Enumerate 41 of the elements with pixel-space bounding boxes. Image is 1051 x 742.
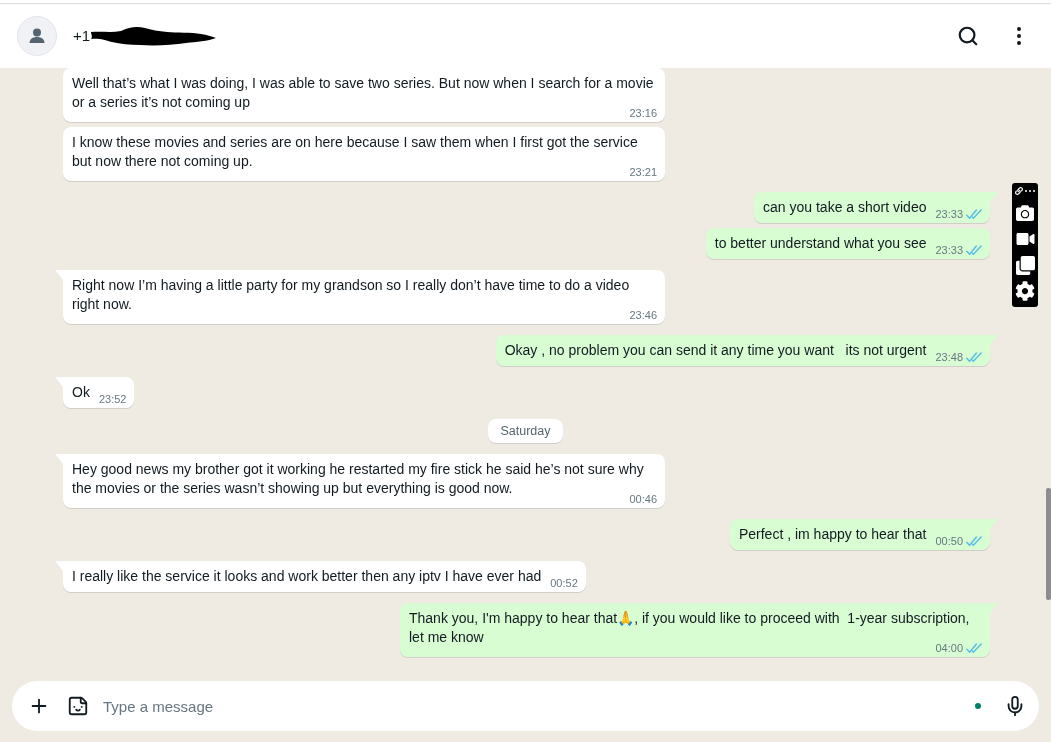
message-text: Right now I’m having a little party for my grandson so I really don’t have time to do a video right now. xyxy=(72,276,630,314)
sticker-button[interactable] xyxy=(66,694,90,718)
message-text: Ok xyxy=(72,383,90,402)
menu-icon xyxy=(1017,27,1021,45)
contact-name: +1 xyxy=(73,25,91,46)
message-input[interactable]: Type a message xyxy=(103,691,975,721)
sticker-icon xyxy=(67,695,89,717)
message-text: can you take a short video xyxy=(763,198,927,217)
avatar-icon[interactable] xyxy=(17,16,57,56)
message-time: 23:16 xyxy=(629,108,657,119)
message-text: Hey good news my brother got it working he restarted my fire stick he said he’s not sure why the movies or the series wasn’t showing up but everything is good now. xyxy=(72,460,644,496)
message-text: I really like the service it looks and work better then any iptv I have ever had xyxy=(72,567,542,586)
settings-icon xyxy=(1015,281,1035,301)
message-time: 00:46 xyxy=(629,494,657,505)
composer-bar[interactable]: Type a message xyxy=(12,681,1039,731)
settings-button[interactable] xyxy=(1014,280,1036,302)
message-text: Thank you, I'm happy to hear that🙏, if you would like to proceed with 1-year subscription, let me know xyxy=(409,609,971,645)
message-time: 00:52 xyxy=(550,578,578,589)
message-text: to better understand what you see xyxy=(714,234,927,253)
stacked-windows-icon xyxy=(1015,255,1035,275)
message-time: 23:52 xyxy=(98,394,127,405)
message-time: 23:46 xyxy=(629,310,657,321)
dot-icon xyxy=(975,703,981,709)
message-time: 00:50 xyxy=(935,536,963,547)
message-text: Perfect , im happy to hear that xyxy=(738,525,927,544)
message-time: 23:21 xyxy=(629,167,657,178)
windows-button[interactable] xyxy=(1014,254,1036,276)
message-time: 23:33 xyxy=(935,209,963,220)
date-label: Saturday xyxy=(488,419,563,443)
message-time: 23:33 xyxy=(935,245,963,256)
screenshot-button[interactable] xyxy=(1014,202,1036,224)
message-text: Well that’s what I was doing, I was able to save two series. But now when I search for a movie or a series it’s not coming up xyxy=(72,74,654,110)
link-icon[interactable] xyxy=(1015,187,1023,195)
message-time: 04:00 xyxy=(935,643,963,654)
scrollbar-thumb[interactable] xyxy=(1046,488,1051,600)
message-text: I know these movies and series are on here because I saw them when I first got the service but now there not coming up. xyxy=(72,133,638,169)
video-camera-icon xyxy=(1014,231,1036,247)
camera-icon xyxy=(1015,204,1035,222)
message-time: 23:48 xyxy=(935,352,963,363)
search-icon xyxy=(957,25,979,47)
message-text: Okay , no problem you can send it any time you want its not urgent xyxy=(504,341,927,360)
